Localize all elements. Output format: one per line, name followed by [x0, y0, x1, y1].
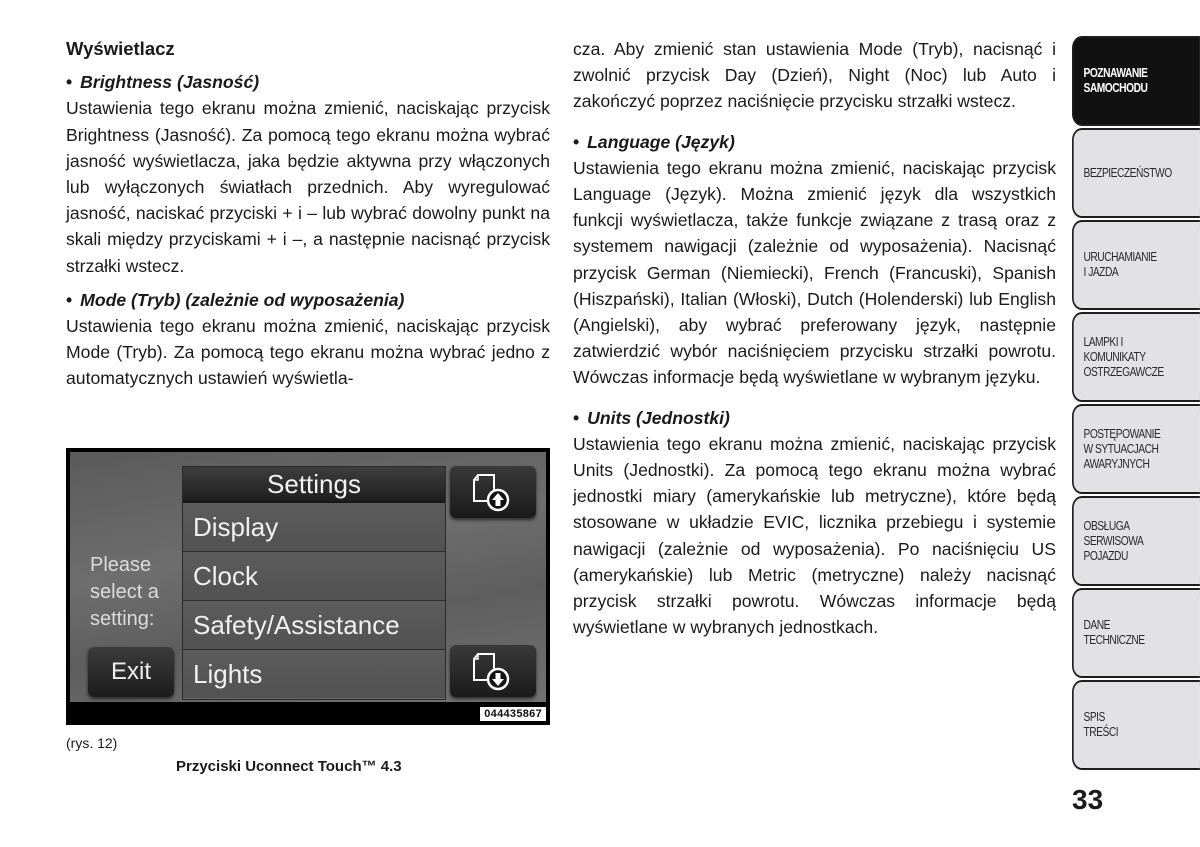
settings-menu: Settings Display Clock Safety/Assistance… [182, 466, 446, 700]
mode-heading: • Mode (Tryb) (zależnie od wyposażenia) [66, 289, 405, 310]
menu-item-safety-assistance[interactable]: Safety/Assistance [183, 601, 445, 650]
section-title: Wyświetlacz [66, 38, 175, 59]
bullet: • [66, 289, 73, 310]
figure-number: (rys. 12) [66, 735, 118, 751]
language-body: Ustawienia tego ekranu można zmienić, na… [573, 157, 1056, 388]
bullet: • [573, 131, 580, 152]
chapter-tabs: POZNAWANIE SAMOCHODU BEZPIECZEŃSTWO URUC… [1072, 36, 1200, 772]
exit-button[interactable]: Exit [88, 647, 174, 697]
page-up-icon [473, 474, 510, 512]
units-heading: • Units (Jednostki) [573, 407, 730, 428]
tab-postepowanie-awaryjne[interactable]: POSTĘPOWANIE W SYTUACJACH AWARYJNYCH [1072, 404, 1200, 494]
figure-id: 044435867 [480, 707, 546, 721]
tab-dane-techniczne[interactable]: DANE TECHNICZNE [1072, 588, 1200, 678]
bullet: • [573, 407, 580, 428]
units-body: Ustawienia tego ekranu można zmienić, na… [573, 433, 1056, 638]
mode-continuation: cza. Aby zmienić stan ustawienia Mode (T… [573, 39, 1056, 112]
tab-obsluga-serwisowa[interactable]: OBSŁUGA SERWISOWA POJAZDU [1072, 496, 1200, 586]
brightness-body: Ustawienia tego ekranu można zmienić, na… [66, 98, 550, 276]
left-column: Wyświetlacz • Brightness (Jasność) Ustawi… [66, 36, 550, 400]
page-down-button[interactable] [450, 645, 536, 697]
mode-body: Ustawienia tego ekranu można zmienić, na… [66, 316, 550, 389]
page-up-button[interactable] [450, 466, 536, 518]
tab-bezpieczenstwo[interactable]: BEZPIECZEŃSTWO [1072, 128, 1200, 218]
tab-poznawanie-samochodu[interactable]: POZNAWANIE SAMOCHODU [1072, 36, 1200, 126]
select-setting-prompt: Please select a setting: [90, 554, 159, 630]
tab-uruchamianie-i-jazda[interactable]: URUCHAMIANIE I JAZDA [1072, 220, 1200, 310]
settings-menu-title: Settings [183, 467, 445, 503]
right-column: cza. Aby zmienić stan ustawienia Mode (T… [573, 36, 1056, 648]
page-down-icon [473, 653, 510, 691]
figure-caption: Przyciski Uconnect Touch™ 4.3 [176, 758, 402, 775]
brightness-heading: • Brightness (Jasność) [66, 72, 260, 93]
bullet: • [66, 72, 73, 93]
menu-item-lights[interactable]: Lights [183, 650, 445, 698]
tab-lampki-i-komunikaty[interactable]: LAMPKI I KOMUNIKATY OSTRZEGAWCZE [1072, 312, 1200, 402]
menu-item-display[interactable]: Display [183, 503, 445, 552]
tab-spis-tresci[interactable]: SPIS TREŚCI [1072, 680, 1200, 770]
language-heading: • Language (Język) [573, 131, 735, 152]
menu-item-clock[interactable]: Clock [183, 552, 445, 601]
settings-screen: Please select a setting: Exit Settings D… [70, 452, 546, 702]
uconnect-screen-figure: Please select a setting: Exit Settings D… [66, 448, 550, 725]
page-number: 33 [1072, 784, 1104, 815]
